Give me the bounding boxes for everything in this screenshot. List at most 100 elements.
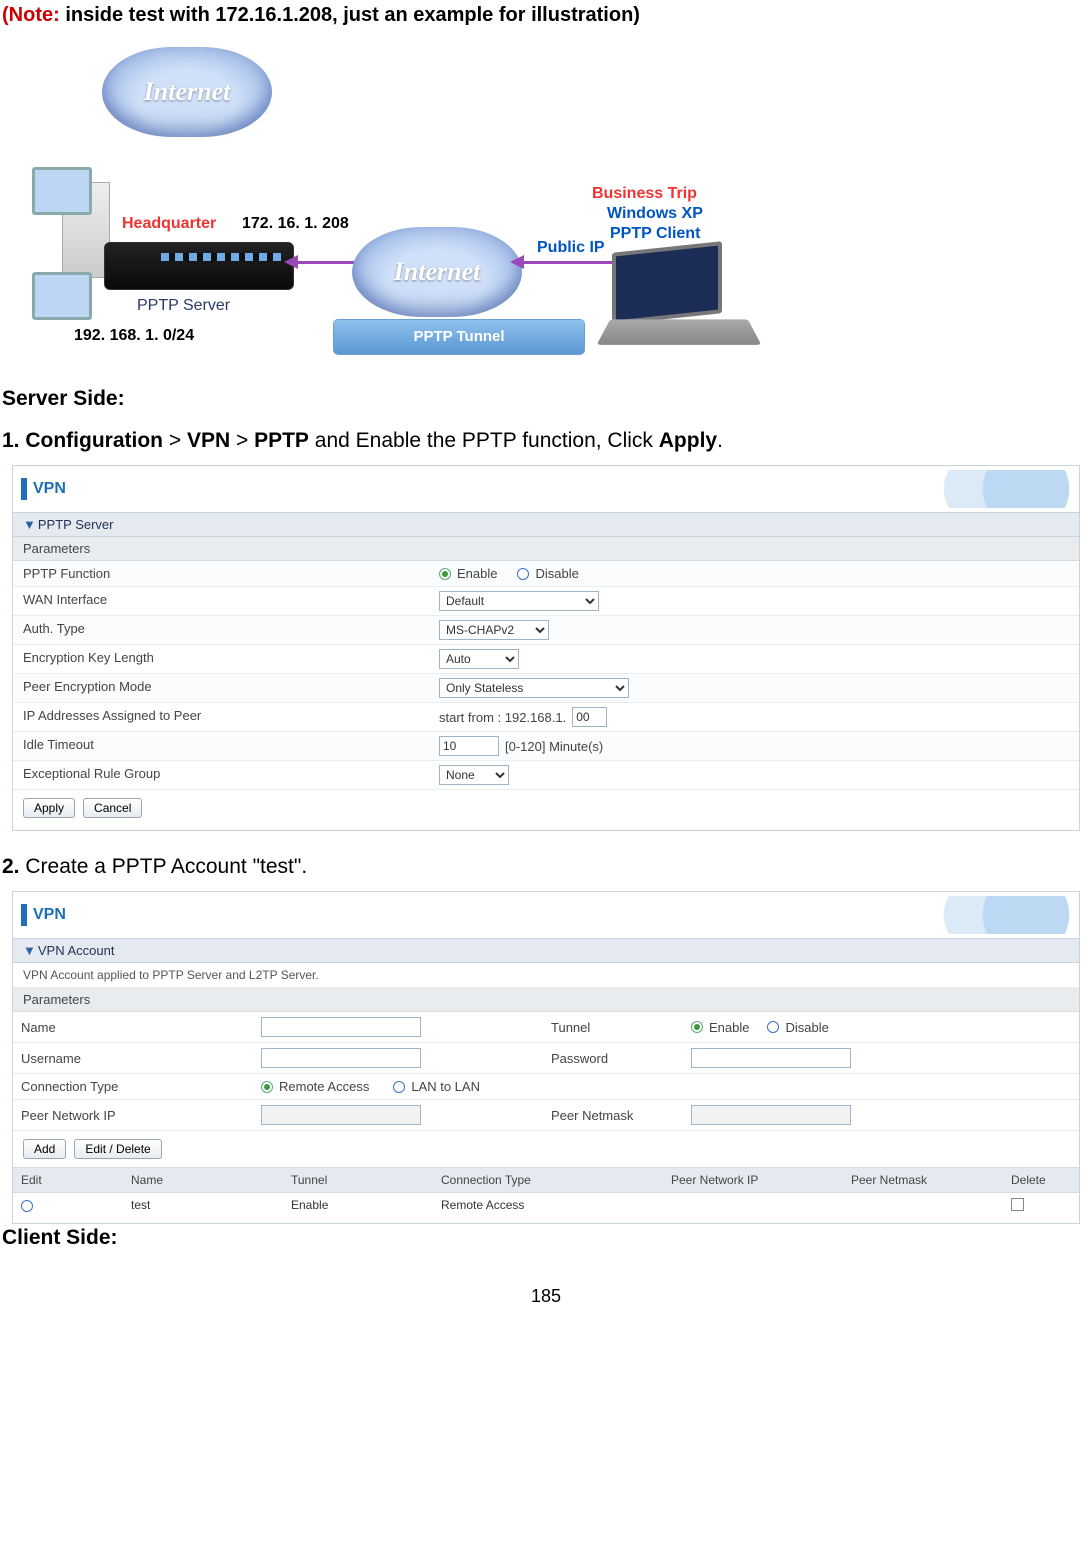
label-idle-timeout: Idle Timeout — [13, 732, 433, 760]
step1-num: 1. — [2, 429, 20, 452]
radio-tunnel-disable[interactable] — [767, 1021, 779, 1033]
radio-pptp-disable[interactable] — [517, 568, 529, 580]
arrow-head-2 — [510, 255, 524, 269]
th-conn-type: Connection Type — [433, 1168, 663, 1192]
tunnel-enable-label: Enable — [709, 1020, 749, 1035]
add-button[interactable]: Add — [23, 1139, 66, 1159]
th-peer-ip: Peer Network IP — [663, 1168, 843, 1192]
row-user-pass: Username Password — [13, 1043, 1079, 1074]
label-business-trip: Business Trip — [592, 185, 697, 203]
label-peer-ip: Peer Network IP — [13, 1100, 253, 1130]
label-name: Name — [13, 1012, 253, 1042]
label-client-os: Windows XP — [607, 205, 703, 223]
panel2-button-row: Add Edit / Delete — [13, 1131, 1079, 1167]
select-peer-enc-mode[interactable]: Only Stateless — [439, 678, 629, 698]
input-name[interactable] — [261, 1017, 421, 1037]
remote-access-label: Remote Access — [279, 1079, 369, 1094]
input-peer-ip[interactable] — [261, 1105, 421, 1125]
step1-configuration: Configuration — [25, 429, 163, 452]
note-rest: inside test with 172.16.1.208, just an e… — [60, 4, 640, 26]
header-decoration-icon — [921, 470, 1071, 508]
panel1-button-row: Apply Cancel — [13, 790, 1079, 826]
label-auth-type: Auth. Type — [13, 616, 433, 644]
step1-pptp: PPTP — [254, 429, 309, 452]
radio-lan-to-lan[interactable] — [393, 1081, 405, 1093]
label-client-role: PPTP Client — [610, 225, 700, 243]
row-peer-enc-mode: Peer Encryption Mode Only Stateless — [13, 674, 1079, 703]
row-peer-net: Peer Network IP Peer Netmask — [13, 1100, 1079, 1131]
label-enable: Enable — [457, 566, 497, 581]
page-number: 185 — [2, 1286, 1090, 1307]
note-line: (Note: inside test with 172.16.1.208, ju… — [2, 4, 1090, 37]
th-tunnel: Tunnel — [283, 1168, 433, 1192]
arrow-head-1 — [284, 255, 298, 269]
apply-button[interactable]: Apply — [23, 798, 75, 818]
label-peer-enc-mode: Peer Encryption Mode — [13, 674, 433, 702]
input-password[interactable] — [691, 1048, 851, 1068]
laptop-icon — [612, 247, 762, 347]
tunnel-disable-label: Disable — [785, 1020, 828, 1035]
select-exc-rule-grp[interactable]: None — [439, 765, 509, 785]
input-peer-mask[interactable] — [691, 1105, 851, 1125]
router-icon — [104, 242, 294, 290]
ip-assigned-prefix: start from : 192.168.1. — [439, 710, 566, 725]
input-username[interactable] — [261, 1048, 421, 1068]
row-exc-rule-grp: Exceptional Rule Group None — [13, 761, 1079, 790]
label-lan-subnet: 192. 168. 1. 0/24 — [74, 327, 194, 345]
input-ip-assigned[interactable] — [572, 707, 607, 727]
label-exc-rule-grp: Exceptional Rule Group — [13, 761, 433, 789]
select-enc-key-len[interactable]: Auto — [439, 649, 519, 669]
cloud-internet-2-label: Internet — [394, 257, 481, 287]
step-1-line: 1. Configuration > VPN > PPTP and Enable… — [2, 429, 1090, 453]
header-bar-icon — [21, 478, 27, 500]
panel1-params: Parameters — [13, 537, 1079, 561]
panel1-header: VPN — [13, 466, 1079, 512]
step1-apply: Apply — [659, 429, 717, 452]
radio-pptp-enable[interactable] — [439, 568, 451, 580]
input-idle-timeout[interactable] — [439, 736, 499, 756]
panel2-section-label: VPN Account — [38, 943, 115, 958]
checkbox-delete[interactable] — [1011, 1198, 1024, 1211]
server-side-heading: Server Side: — [2, 387, 1090, 411]
label-password: Password — [543, 1043, 683, 1073]
step2-text: Create a PPTP Account "test". — [20, 855, 308, 878]
header-bar-icon — [21, 904, 27, 926]
network-diagram: Internet Headquarter PPTP Server 192. 16… — [32, 47, 762, 367]
select-auth-type[interactable]: MS-CHAPv2 — [439, 620, 549, 640]
cell-name: test — [123, 1193, 283, 1219]
label-enc-key-len: Encryption Key Length — [13, 645, 433, 673]
step1-sep2: > — [236, 429, 248, 452]
cloud-internet-2: Internet — [352, 227, 522, 317]
step1-sep1: > — [169, 429, 181, 452]
cell-conn: Remote Access — [433, 1193, 663, 1219]
monitor-icon-2 — [32, 272, 92, 320]
cell-peer-mask — [843, 1193, 1003, 1219]
row-auth-type: Auth. Type MS-CHAPv2 — [13, 616, 1079, 645]
panel1-section-label: PPTP Server — [38, 517, 114, 532]
cancel-button[interactable]: Cancel — [83, 798, 142, 818]
radio-tunnel-enable[interactable] — [691, 1021, 703, 1033]
step2-num: 2. — [2, 855, 20, 878]
select-wan-interface[interactable]: Default — [439, 591, 599, 611]
idle-timeout-suffix: [0-120] Minute(s) — [505, 739, 603, 754]
client-side-heading: Client Side: — [2, 1226, 1090, 1250]
vpn-account-panel: VPN ▼VPN Account VPN Account applied to … — [12, 891, 1080, 1224]
pptp-tunnel-bar: PPTP Tunnel — [334, 320, 584, 354]
th-name: Name — [123, 1168, 283, 1192]
step-2-line: 2. Create a PPTP Account "test". — [2, 855, 1090, 879]
panel1-title: VPN — [33, 480, 66, 498]
pptp-tunnel-label: PPTP Tunnel — [413, 328, 504, 345]
label-pptp-function: PPTP Function — [13, 561, 433, 586]
cell-peer-ip — [663, 1193, 843, 1219]
cloud-internet-1: Internet — [102, 47, 272, 137]
panel1-section: ▼PPTP Server — [13, 512, 1079, 537]
label-peer-mask: Peer Netmask — [543, 1100, 683, 1130]
radio-remote-access[interactable] — [261, 1081, 273, 1093]
edit-delete-button[interactable]: Edit / Delete — [74, 1139, 161, 1159]
pptp-server-panel: VPN ▼PPTP Server Parameters PPTP Functio… — [12, 465, 1080, 831]
label-wan-interface: WAN Interface — [13, 587, 433, 615]
panel2-params: Parameters — [13, 988, 1079, 1012]
th-edit: Edit — [13, 1168, 123, 1192]
radio-edit-row[interactable] — [21, 1200, 33, 1212]
label-headquarter: Headquarter — [122, 215, 216, 233]
